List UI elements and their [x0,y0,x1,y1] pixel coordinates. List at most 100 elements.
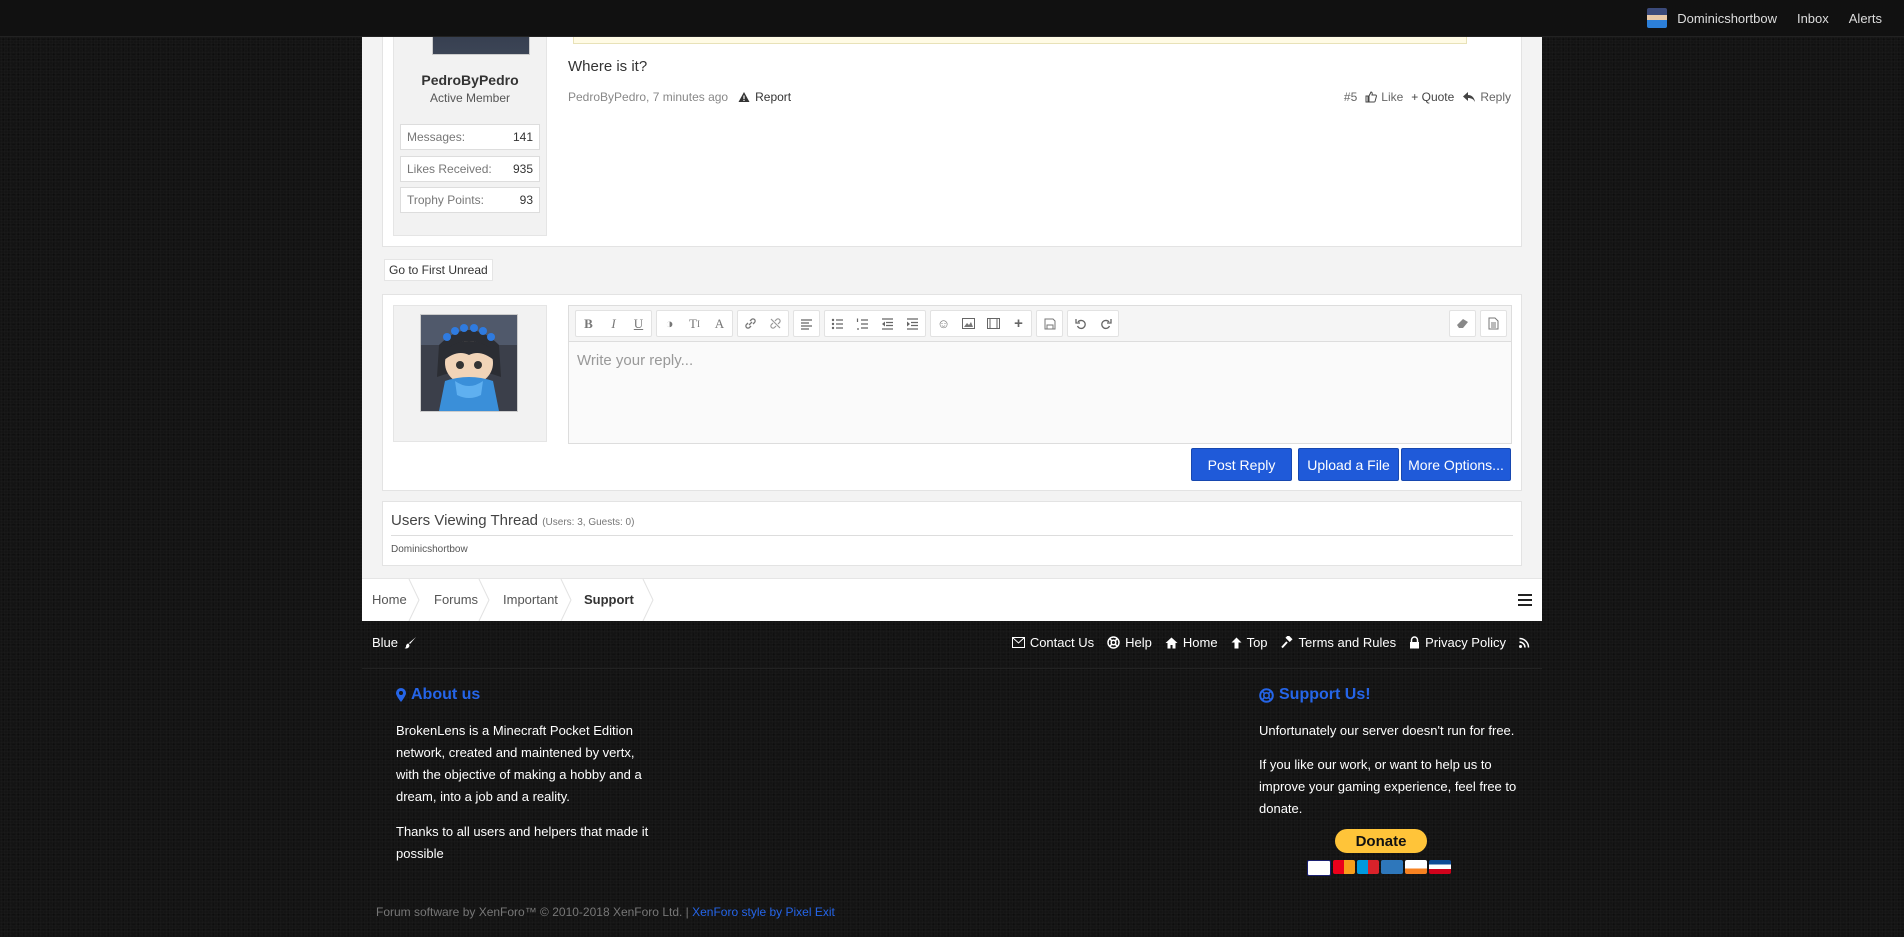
viewers-title: Users Viewing Thread (Users: 3, Guests: … [391,512,635,529]
reply-editor: B I U ◑ TI A ☺ + Write your reply... [568,305,1512,444]
redo-icon[interactable] [1093,311,1118,336]
eraser-icon[interactable] [1450,311,1475,336]
post-author-name[interactable]: PedroByPedro [394,72,546,88]
more-options-button[interactable]: More Options... [1401,448,1511,481]
post-meta: PedroByPedro, 7 minutes ago Report [568,90,791,104]
account-link[interactable]: Dominicshortbow [1647,8,1777,28]
post-number[interactable]: #5 [1344,90,1357,104]
support-us-heading: Support Us! [1259,686,1371,704]
alerts-link[interactable]: Alerts [1849,11,1882,26]
bullet-list-icon[interactable] [825,311,850,336]
reply-user-info [393,305,547,442]
editor-toolbar: B I U ◑ TI A ☺ + [569,306,1511,342]
report-link[interactable]: Report [738,90,791,104]
bold-button[interactable]: B [576,311,601,336]
first-unread-button[interactable]: Go to First Unread [384,259,493,281]
reply-button[interactable]: Reply [1462,90,1511,104]
divider [391,535,1513,536]
users-viewing-thread: Users Viewing Thread (Users: 3, Guests: … [382,501,1522,566]
account-username: Dominicshortbow [1677,10,1777,26]
gavel-icon [1280,636,1293,649]
envelope-icon [1011,637,1025,648]
post-message: PedroByPedro Active Member Messages: 141 … [382,0,1522,247]
reply-textarea[interactable]: Write your reply... [577,352,693,369]
source-mode-icon[interactable] [1481,311,1506,336]
font-family-button[interactable]: A [707,311,732,336]
save-draft-icon[interactable] [1037,311,1062,336]
home-footer-link[interactable]: Home [1165,635,1218,650]
about-text: BrokenLens is a Minecraft Pocket Edition… [396,723,642,804]
outdent-icon[interactable] [875,311,900,336]
forum-page: PedroByPedro Active Member Messages: 141 … [362,0,1542,621]
post-author-title: Active Member [429,91,511,105]
image-icon[interactable] [956,311,981,336]
crumb-important[interactable]: Important [503,579,558,621]
privacy-link[interactable]: Privacy Policy [1409,635,1506,650]
align-icon[interactable] [794,311,819,336]
unlink-icon[interactable] [763,311,788,336]
mastercard-icon [1333,860,1355,874]
help-link[interactable]: Help [1107,635,1152,650]
smiley-icon[interactable]: ☺ [931,311,956,336]
viewer-name-link[interactable]: Dominicshortbow [391,544,468,555]
indent-icon[interactable] [900,311,925,336]
arrow-up-icon [1231,637,1242,648]
crumb-home[interactable]: Home [372,579,407,621]
payment-cards [1307,860,1451,876]
footer-links: Contact Us Help Home Top Terms and Rules… [1011,635,1530,650]
user-avatar-mini [1647,8,1668,28]
stat-likes: Likes Received: 935 [400,156,540,182]
lifebuoy-icon [1107,636,1120,649]
paintbrush-icon [404,637,417,649]
footer-nav: Blue Contact Us Help Home Top Terms and … [362,620,1542,669]
top-navbar: Dominicshortbow Inbox Alerts [0,0,1904,37]
underline-button[interactable]: U [626,311,651,336]
reply-arrow-icon [1463,92,1476,102]
thumbs-up-icon [1365,91,1378,103]
support-text-1: Unfortunately our server doesn't run for… [1259,723,1515,738]
terms-link[interactable]: Terms and Rules [1280,635,1396,650]
warning-icon [738,92,750,102]
top-link[interactable]: Top [1231,635,1268,650]
post-reply-button[interactable]: Post Reply [1191,448,1292,481]
undo-icon[interactable] [1068,311,1093,336]
link-icon[interactable] [738,311,763,336]
map-marker-icon [396,688,406,702]
crumb-forums[interactable]: Forums [434,579,478,621]
home-icon [1165,637,1178,648]
about-us-heading: About us [396,686,480,704]
rss-link[interactable] [1519,637,1530,648]
quote-button[interactable]: + Quote [1411,90,1454,104]
like-button[interactable]: Like [1365,90,1403,104]
upload-file-button[interactable]: Upload a File [1298,448,1399,481]
contact-us-link[interactable]: Contact Us [1011,635,1094,650]
insert-plus-icon[interactable]: + [1006,311,1031,336]
style-chooser[interactable]: Blue [372,635,417,650]
numbered-list-icon[interactable] [850,311,875,336]
style-credit-link[interactable]: XenForo style by Pixel Exit [692,905,835,919]
lifebuoy-icon [1259,687,1274,703]
amex-card-icon [1381,860,1403,874]
support-text-2: If you like our work, or want to help us… [1259,757,1517,816]
about-thanks: Thanks to all users and helpers that mad… [396,824,649,861]
meta-author-link[interactable]: PedroByPedro [568,90,646,104]
inbox-link[interactable]: Inbox [1797,11,1829,26]
post-text: Where is it? [568,58,648,75]
hamburger-icon[interactable] [1516,591,1534,609]
quick-reply: B I U ◑ TI A ☺ + Write your reply... Pos… [382,294,1522,491]
crumb-support[interactable]: Support [584,579,634,621]
post-actions: #5 Like + Quote Reply [1344,90,1511,104]
visa-card-icon [1307,860,1331,876]
current-user-avatar[interactable] [420,314,518,412]
donate-button[interactable]: Donate [1335,829,1427,853]
meta-time[interactable]: , 7 minutes ago [646,90,728,104]
maestro-card-icon [1357,860,1379,874]
copyright: Forum software by XenForo™ © 2010-2018 X… [376,905,835,919]
font-size-button[interactable]: TI [682,311,707,336]
viewers-counts: (Users: 3, Guests: 0) [542,517,635,528]
text-color-button[interactable]: ◑ [657,311,682,336]
stat-messages: Messages: 141 [400,124,540,150]
stat-trophy: Trophy Points: 93 [400,187,540,213]
media-icon[interactable] [981,311,1006,336]
italic-button[interactable]: I [601,311,626,336]
